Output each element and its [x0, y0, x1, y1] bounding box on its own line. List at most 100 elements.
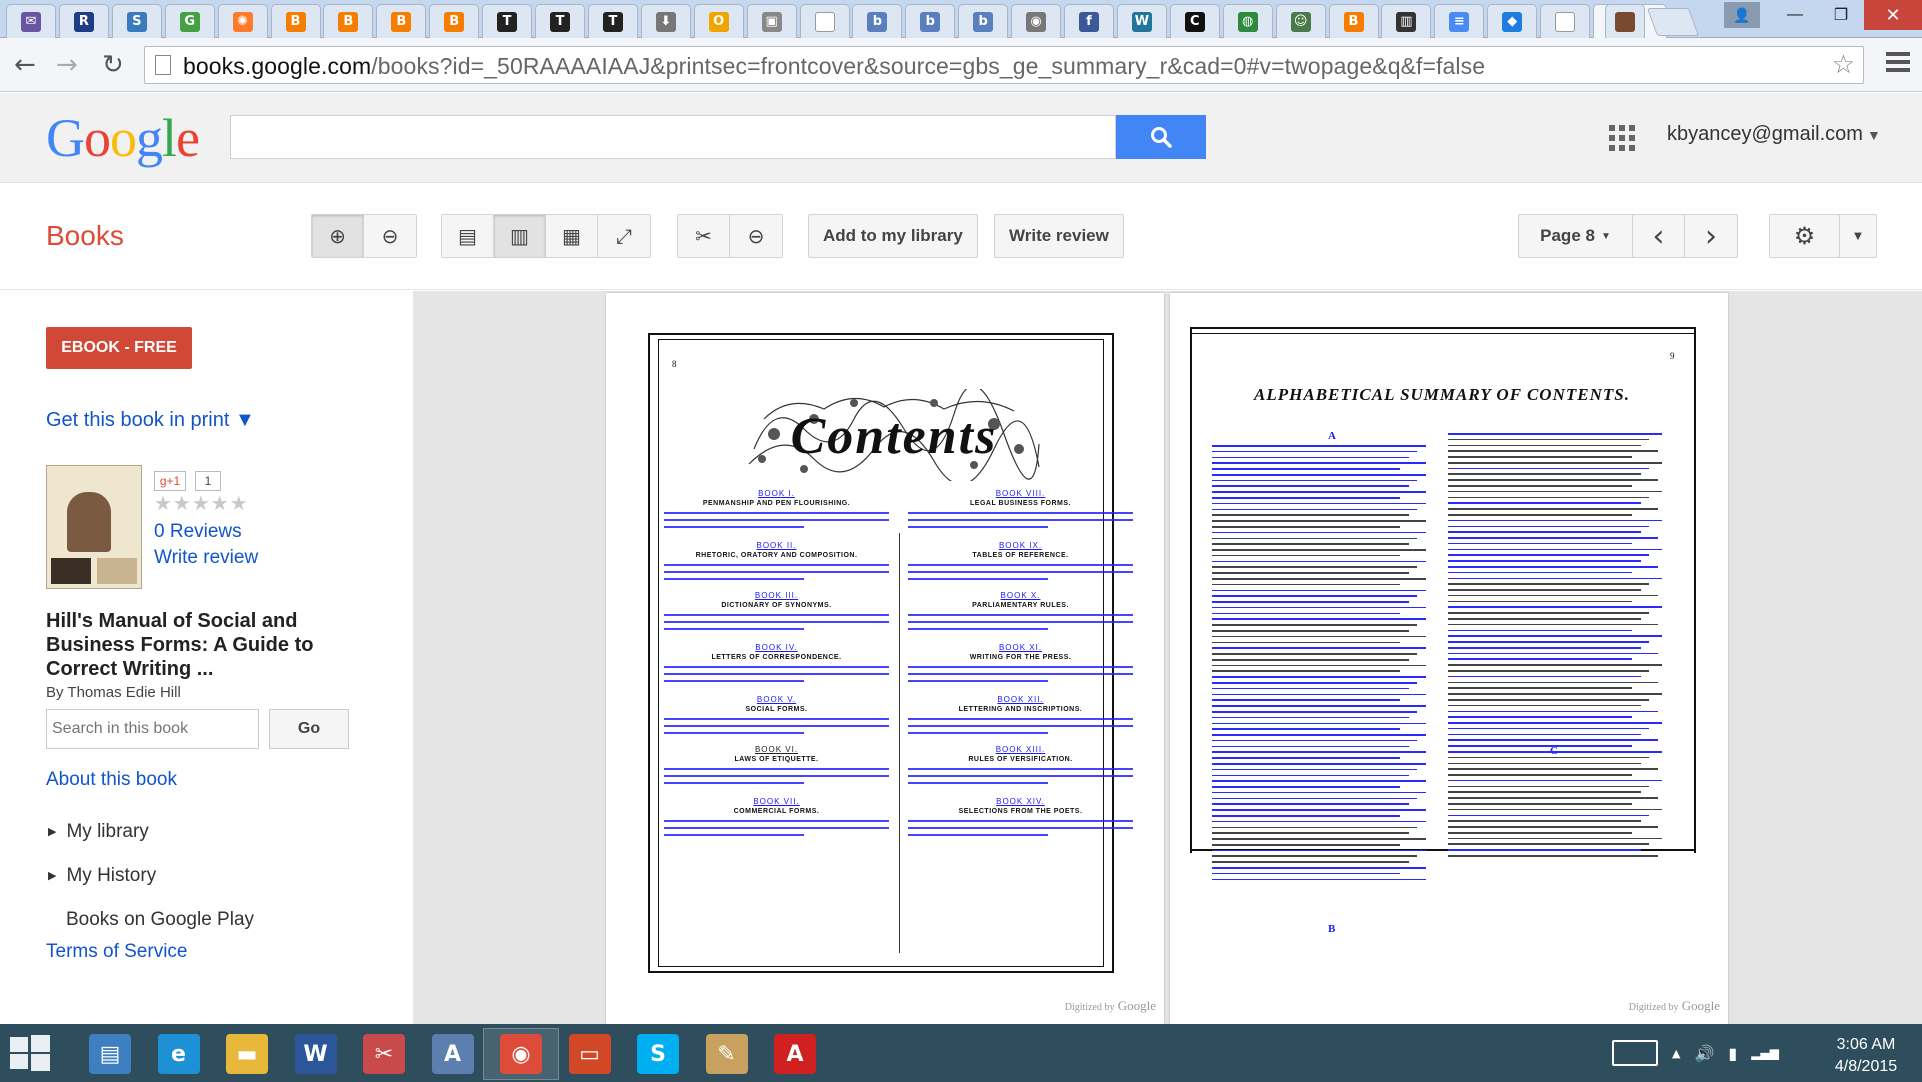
- book-cover-image[interactable]: [46, 465, 142, 589]
- left-page[interactable]: 8 Contents BOOK I. PENMANSHIP AND PEN FLO…: [606, 293, 1164, 1024]
- browser-tab[interactable]: T: [587, 4, 638, 38]
- books-section-title[interactable]: Books: [46, 220, 124, 252]
- maximize-button[interactable]: ❐: [1818, 0, 1864, 30]
- browser-tab[interactable]: [799, 4, 850, 38]
- taskbar-app[interactable]: A: [415, 1028, 491, 1080]
- browser-tab[interactable]: ◉: [1011, 4, 1062, 38]
- bookmark-star-icon[interactable]: ☆: [1832, 50, 1855, 80]
- browser-tab[interactable]: b: [958, 4, 1009, 38]
- search-in-book-input[interactable]: [46, 709, 259, 749]
- contents-book-entry[interactable]: BOOK VII. COMMERCIAL FORMS.: [664, 797, 889, 836]
- browser-tab[interactable]: B: [429, 4, 480, 38]
- clock[interactable]: 3:06 AM 4/8/2015: [1818, 1034, 1914, 1078]
- clip-button[interactable]: ✂: [678, 215, 730, 257]
- tab-last[interactable]: [1605, 4, 1645, 38]
- single-page-view-button[interactable]: ▤: [442, 215, 494, 257]
- browser-tab[interactable]: b: [852, 4, 903, 38]
- browser-tab[interactable]: b: [905, 4, 956, 38]
- url-text[interactable]: books.google.com/books?id=_50RAAAAIAAJ&p…: [183, 53, 1485, 80]
- browser-tab[interactable]: B: [270, 4, 321, 38]
- contents-book-entry[interactable]: BOOK III. DICTIONARY OF SYNONYMS.: [664, 591, 889, 630]
- google-plus-one-button[interactable]: g+1: [154, 471, 186, 491]
- contents-book-entry[interactable]: BOOK XII. LETTERING AND INSCRIPTIONS.: [908, 695, 1133, 734]
- taskbar-app[interactable]: ▤: [72, 1028, 148, 1080]
- right-page[interactable]: 9 ALPHABETICAL SUMMARY OF CONTENTS. A B …: [1170, 293, 1728, 1024]
- taskbar-app[interactable]: A: [757, 1028, 833, 1080]
- apps-grid-icon[interactable]: [1609, 125, 1635, 151]
- google-logo[interactable]: Google: [46, 107, 200, 169]
- taskbar-app[interactable]: ▬: [209, 1028, 285, 1080]
- contents-book-entry[interactable]: BOOK II. RHETORIC, ORATORY AND COMPOSITIO…: [664, 541, 889, 580]
- address-bar[interactable]: books.google.com/books?id=_50RAAAAIAAJ&p…: [144, 46, 1864, 84]
- search-go-button[interactable]: Go: [269, 709, 349, 749]
- browser-tab[interactable]: ◆: [1487, 4, 1538, 38]
- contents-book-entry[interactable]: BOOK IV. LETTERS OF CORRESPONDENCE.: [664, 643, 889, 682]
- browser-tab[interactable]: T: [535, 4, 585, 38]
- browser-tab[interactable]: G: [164, 4, 215, 38]
- browser-tab[interactable]: ◍: [1222, 4, 1273, 38]
- taskbar-app[interactable]: ✂: [346, 1028, 422, 1080]
- terms-of-service-link[interactable]: Terms of Service: [46, 941, 187, 963]
- browser-tab[interactable]: ✉: [6, 4, 56, 38]
- browser-tab[interactable]: B: [1328, 4, 1379, 38]
- user-profile-icon[interactable]: 👤: [1724, 2, 1760, 28]
- touch-keyboard-icon[interactable]: [1612, 1040, 1658, 1066]
- browser-tab[interactable]: O: [693, 4, 744, 38]
- browser-tab[interactable]: B: [376, 4, 427, 38]
- reviews-link[interactable]: 0 Reviews: [154, 521, 242, 543]
- browser-tab[interactable]: [1540, 4, 1591, 38]
- browser-tab[interactable]: W: [1116, 4, 1167, 38]
- browser-tab[interactable]: ▣: [746, 4, 797, 38]
- ebook-free-button[interactable]: EBOOK - FREE: [46, 327, 192, 369]
- write-review-button[interactable]: Write review: [994, 214, 1124, 258]
- taskbar-app[interactable]: W: [278, 1028, 354, 1080]
- books-on-google-play-item[interactable]: Books on Google Play: [66, 909, 254, 931]
- settings-button[interactable]: ⚙: [1770, 215, 1840, 257]
- browser-tab[interactable]: ☺: [1275, 4, 1326, 38]
- contents-book-entry[interactable]: BOOK X. PARLIAMENTARY RULES.: [908, 591, 1133, 630]
- next-page-button[interactable]: ›: [1685, 215, 1737, 257]
- get-in-print-link[interactable]: Get this book in print ▼: [46, 409, 255, 432]
- browser-tab[interactable]: C: [1169, 4, 1220, 38]
- book-viewer[interactable]: 8 Contents BOOK I. PENMANSHIP AND PEN FLO…: [413, 291, 1922, 1024]
- contents-book-entry[interactable]: BOOK XIV. SELECTIONS FROM THE POETS.: [908, 797, 1133, 836]
- chrome-menu-icon[interactable]: [1886, 52, 1910, 76]
- two-page-view-button[interactable]: ▥: [494, 215, 546, 257]
- new-tab-button[interactable]: [1646, 8, 1700, 36]
- contents-book-entry[interactable]: BOOK VIII. LEGAL BUSINESS FORMS.: [908, 489, 1133, 528]
- browser-tab[interactable]: B: [323, 4, 374, 38]
- fullscreen-button[interactable]: ⤢: [598, 215, 650, 257]
- forward-arrow-icon[interactable]: →: [56, 51, 78, 79]
- minimize-button[interactable]: —: [1772, 0, 1818, 30]
- browser-tab[interactable]: ⬇: [640, 4, 691, 38]
- account-email[interactable]: kbyancey@gmail.com: [1667, 123, 1863, 146]
- my-library-item[interactable]: ▶ My library: [48, 821, 149, 843]
- contents-book-entry[interactable]: BOOK XIII. RULES OF VERSIFICATION.: [908, 745, 1133, 784]
- taskbar-app[interactable]: ▭: [552, 1028, 628, 1080]
- contents-book-entry[interactable]: BOOK I. PENMANSHIP AND PEN FLOURISHING.: [664, 489, 889, 528]
- browser-tab[interactable]: R: [58, 4, 109, 38]
- zoom-out-button[interactable]: ⊖: [364, 215, 416, 257]
- contents-book-entry[interactable]: BOOK IX. TABLES OF REFERENCE.: [908, 541, 1133, 580]
- previous-page-button[interactable]: ‹: [1633, 215, 1685, 257]
- zoom-in-button[interactable]: ⊕: [312, 215, 364, 257]
- close-window-button[interactable]: ✕: [1864, 0, 1922, 30]
- battery-icon[interactable]: ▮: [1728, 1044, 1737, 1063]
- contents-book-entry[interactable]: BOOK VI. LAWS OF ETIQUETTE.: [664, 745, 889, 784]
- browser-tab[interactable]: f: [1064, 4, 1114, 38]
- taskbar-app[interactable]: ◉: [483, 1028, 559, 1080]
- network-signal-icon[interactable]: ▂▄▆: [1751, 1046, 1779, 1060]
- browser-tab[interactable]: T: [482, 4, 533, 38]
- add-to-library-button[interactable]: Add to my library: [808, 214, 978, 258]
- contents-book-entry[interactable]: BOOK XI. WRITING FOR THE PRESS.: [908, 643, 1133, 682]
- link-button[interactable]: ⊖: [730, 215, 782, 257]
- taskbar-app[interactable]: S: [620, 1028, 696, 1080]
- browser-tab[interactable]: ≡: [1434, 4, 1485, 38]
- write-review-link[interactable]: Write review: [154, 547, 258, 569]
- browser-tab[interactable]: ▥: [1381, 4, 1432, 38]
- volume-icon[interactable]: 🔊: [1694, 1044, 1714, 1063]
- google-search-input[interactable]: [230, 115, 1116, 159]
- show-hidden-icons-icon[interactable]: ▲: [1672, 1047, 1680, 1060]
- taskbar-app[interactable]: ✎: [689, 1028, 765, 1080]
- settings-caret-button[interactable]: ▼: [1840, 215, 1876, 257]
